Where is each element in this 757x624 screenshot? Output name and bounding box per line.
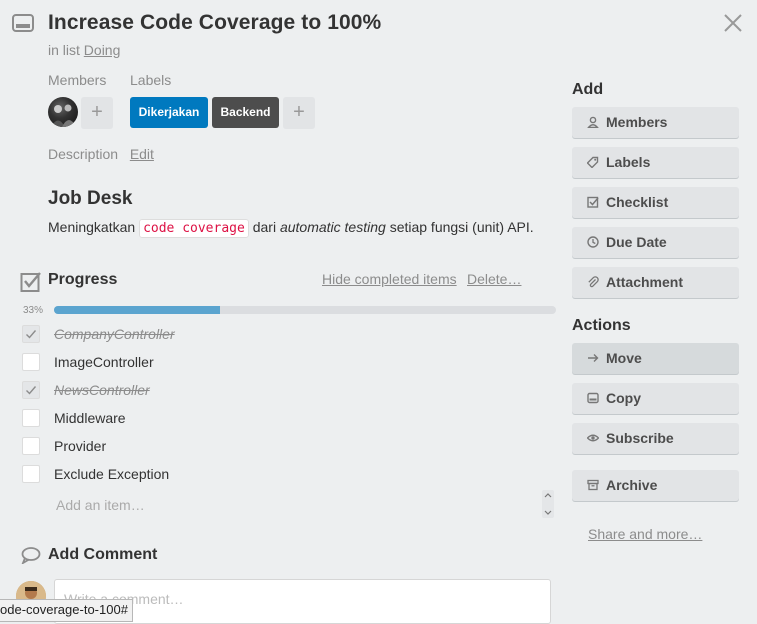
sidebar-button-move[interactable]: Move xyxy=(572,343,739,374)
checklist-item-checkbox[interactable] xyxy=(22,325,40,343)
checklist-item-text[interactable]: Exclude Exception xyxy=(54,466,169,482)
eye-icon xyxy=(587,434,599,442)
checklist-item-checkbox[interactable] xyxy=(22,353,40,371)
in-list-text: in list Doing xyxy=(48,42,120,58)
checkmark-icon xyxy=(26,386,37,395)
in-list-prefix: in list xyxy=(48,42,80,58)
description-heading: Description Edit xyxy=(48,146,154,162)
add-heading: Add xyxy=(572,81,604,98)
card-icon xyxy=(12,14,34,32)
checklist-title[interactable]: Progress xyxy=(48,271,117,289)
sidebar-button-label: Due Date xyxy=(606,234,667,250)
checkmark-icon xyxy=(26,330,37,339)
label-dikerjakan[interactable]: Dikerjakan xyxy=(130,97,208,128)
card-title[interactable]: Increase Code Coverage to 100% xyxy=(48,11,381,35)
sidebar-button-checklist[interactable]: Checklist xyxy=(572,187,739,218)
progress-percent: 33% xyxy=(23,305,44,316)
labels-heading: Labels xyxy=(130,72,172,88)
checkbox-icon xyxy=(587,196,599,208)
job-desk-heading: Job Desk xyxy=(48,188,133,209)
share-and-more-link[interactable]: Share and more… xyxy=(588,526,702,542)
checklist-item-checkbox[interactable] xyxy=(22,381,40,399)
actions-heading: Actions xyxy=(572,317,631,334)
clock-icon xyxy=(587,236,599,248)
sidebar-button-members[interactable]: Members xyxy=(572,107,739,138)
sidebar-button-subscribe[interactable]: Subscribe xyxy=(572,423,739,454)
sidebar-button-due-date[interactable]: Due Date xyxy=(572,227,739,258)
add-comment-title: Add Comment xyxy=(48,546,158,563)
sidebar-button-label: Members xyxy=(606,114,668,130)
checklist-item-checkbox[interactable] xyxy=(22,437,40,455)
hide-completed-link[interactable]: Hide completed items xyxy=(322,271,457,287)
label-backend[interactable]: Backend xyxy=(212,97,279,128)
sidebar-button-archive[interactable]: Archive xyxy=(572,470,739,501)
person-icon xyxy=(587,116,599,128)
card-icon xyxy=(587,392,599,404)
paperclip-icon xyxy=(588,276,599,288)
description-edit-link[interactable]: Edit xyxy=(130,146,154,162)
status-bar-url: ode-coverage-to-100# xyxy=(0,599,133,622)
desc-italic: automatic testing xyxy=(279,219,386,235)
sidebar-button-copy[interactable]: Copy xyxy=(572,383,739,414)
desc-text-before: Meningkatkan xyxy=(48,219,136,235)
checklist-item-text[interactable]: Provider xyxy=(54,438,106,454)
description-label: Description xyxy=(48,146,119,162)
checklist-item-text[interactable]: ImageController xyxy=(54,354,154,370)
checklist-icon xyxy=(20,272,41,292)
comment-icon xyxy=(21,547,41,564)
archive-icon xyxy=(587,479,599,491)
checklist-item-text[interactable]: Middleware xyxy=(54,410,126,426)
sidebar-button-attachment[interactable]: Attachment xyxy=(572,267,739,298)
member-avatar[interactable] xyxy=(48,97,78,127)
description-text: Meningkatkan code coverage dari automati… xyxy=(48,219,534,238)
sidebar-button-label: Copy xyxy=(606,390,641,406)
add-label-button[interactable]: + xyxy=(283,97,315,129)
add-member-button[interactable]: + xyxy=(81,97,113,129)
progress-bar-fill xyxy=(54,306,220,314)
tag-icon xyxy=(587,156,599,168)
members-heading: Members xyxy=(48,72,107,88)
sidebar-button-label: Labels xyxy=(606,154,651,170)
close-icon[interactable] xyxy=(722,12,744,34)
list-link[interactable]: Doing xyxy=(84,42,121,58)
avatar-image xyxy=(51,104,76,127)
desc-text-after: setiap fungsi (unit) API. xyxy=(389,219,534,235)
desc-code: code coverage xyxy=(139,219,249,238)
sidebar-button-label: Subscribe xyxy=(606,430,674,446)
sidebar-button-label: Move xyxy=(606,350,642,366)
add-item-input[interactable]: Add an item… xyxy=(56,497,145,513)
sidebar-button-label: Archive xyxy=(606,477,658,493)
sidebar-button-label: Attachment xyxy=(606,274,684,290)
desc-text-mid: dari xyxy=(252,219,277,235)
sidebar-button-labels[interactable]: Labels xyxy=(572,147,739,178)
checklist-item-checkbox[interactable] xyxy=(22,409,40,427)
checklist-item-text[interactable]: NewsController xyxy=(54,382,150,398)
checklist-item-checkbox[interactable] xyxy=(22,465,40,483)
resize-scroll-arrows[interactable] xyxy=(542,490,554,518)
checklist-item-text[interactable]: CompanyController xyxy=(54,326,175,342)
sidebar-button-label: Checklist xyxy=(606,194,669,210)
delete-checklist-link[interactable]: Delete… xyxy=(467,271,521,287)
arrow-right-icon xyxy=(588,354,599,362)
